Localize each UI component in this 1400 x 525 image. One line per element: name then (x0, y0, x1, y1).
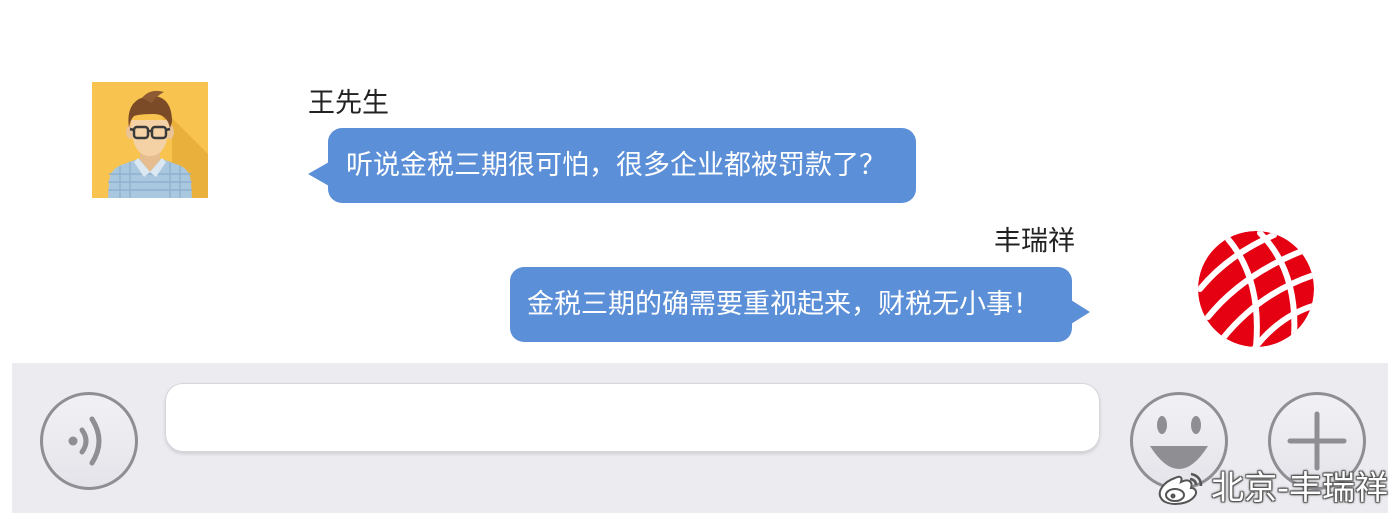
input-bar (12, 363, 1388, 513)
avatar-fengruixiang[interactable] (1198, 231, 1314, 347)
message-text: 金税三期的确需要重视起来，财税无小事！ (527, 289, 1040, 320)
plus-icon (1287, 411, 1347, 471)
sender-name-wang: 王先生 (308, 88, 389, 119)
message-bubble-outgoing[interactable]: 金税三期的确需要重视起来，财税无小事！ (510, 267, 1090, 342)
emoji-icon (1150, 416, 1208, 469)
bubble-tail (308, 162, 329, 186)
message-bubble-incoming[interactable]: 听说金税三期很可怕，很多企业都被罚款了？ (308, 128, 916, 203)
voice-icon (68, 416, 102, 466)
red-globe-logo-avatar-icon (1198, 231, 1314, 347)
avatar-wang[interactable] (92, 82, 208, 198)
voice-button[interactable] (40, 392, 138, 490)
chat-screen: 王先生 听说金税三期很可怕，很多企业都被罚款了？ 丰瑞祥 金税三期的确需要重视起… (0, 0, 1400, 525)
sender-name-fengruixiang: 丰瑞祥 (994, 226, 1075, 257)
bubble-tail (1071, 300, 1090, 324)
message-input[interactable] (165, 383, 1100, 452)
more-button[interactable] (1268, 392, 1366, 490)
message-text: 听说金税三期很可怕，很多企业都被罚款了？ (346, 150, 886, 181)
emoji-button[interactable] (1130, 392, 1228, 490)
man-with-glasses-avatar-icon (92, 82, 208, 198)
